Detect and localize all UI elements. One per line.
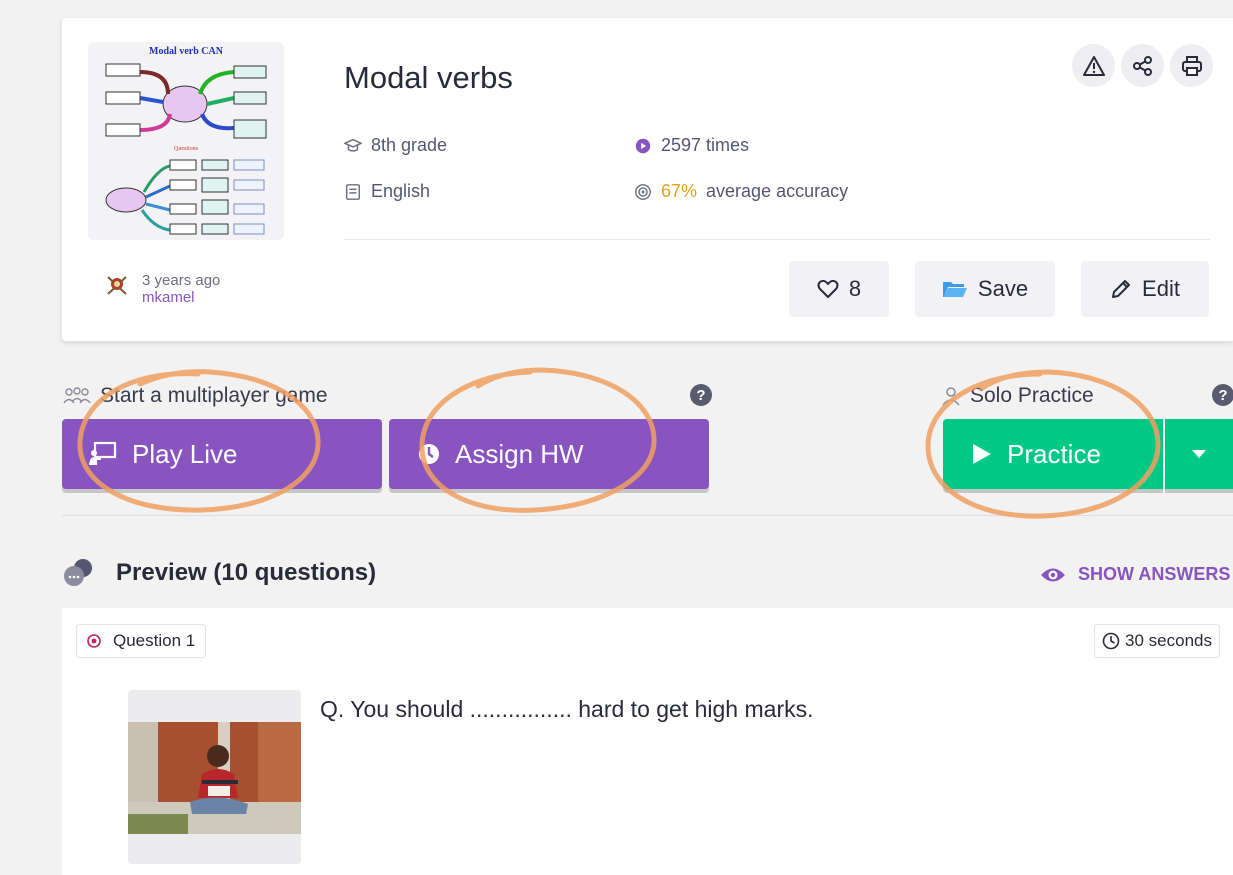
play-icon (973, 444, 991, 464)
plays-meta: 2597 times (634, 135, 749, 156)
subject-meta: English (344, 181, 430, 202)
practice-label: Practice (1007, 438, 1101, 469)
practice-options-dropdown[interactable] (1165, 419, 1233, 489)
group-icon (63, 387, 91, 404)
question-card: Question 1 30 seconds Q. You should ....… (62, 608, 1233, 875)
solo-label: Solo Practice (970, 384, 1094, 407)
plays-label: 2597 times (661, 135, 750, 155)
question-text: Q. You should ................ hard to g… (320, 696, 814, 722)
svg-text:Questions: Questions (174, 146, 199, 152)
assign-hw-label: Assign HW (455, 438, 584, 469)
print-button[interactable] (1170, 44, 1213, 87)
question-image[interactable] (128, 690, 301, 864)
multiplayer-help-icon[interactable]: ? (690, 384, 712, 406)
accuracy-label: average accuracy (706, 181, 849, 201)
thumbnail-title: Modal verb CAN (149, 46, 223, 57)
clock-icon (419, 444, 439, 464)
preview-header: Preview (10 questions) (62, 558, 376, 588)
like-button[interactable]: 8 (789, 261, 889, 317)
multiplayer-heading: Start a multiplayer game (62, 384, 328, 408)
report-button[interactable] (1072, 44, 1115, 87)
accuracy-value: 67% (661, 181, 698, 201)
section-separator (62, 515, 1233, 516)
chat-bubbles-icon (64, 559, 92, 586)
author-name-link[interactable]: mkamel (142, 289, 220, 306)
heart-icon (817, 279, 839, 298)
print-icon (1181, 55, 1202, 76)
quiz-top-actions (1072, 44, 1213, 87)
assign-hw-button[interactable]: Assign HW (389, 419, 709, 489)
present-screen-icon (89, 441, 117, 465)
preview-title: Preview (10 questions) (116, 559, 377, 586)
question-number: Question 1 (113, 631, 196, 650)
subject-label: English (371, 181, 431, 201)
play-live-label: Play Live (132, 438, 238, 469)
student-reading-photo (128, 722, 301, 834)
user-icon (942, 387, 960, 406)
avatar[interactable] (104, 272, 130, 302)
author-age: 3 years ago (142, 272, 221, 289)
solo-heading: Solo Practice (940, 384, 1094, 408)
question-time: 30 seconds (1125, 631, 1212, 650)
play-circle-icon (635, 138, 651, 153)
question-number-badge: Question 1 (76, 624, 207, 658)
multiplayer-label: Start a multiplayer game (100, 384, 328, 407)
card-divider (344, 239, 1210, 240)
like-count: 8 (848, 276, 862, 301)
quiz-title: Modal verbs (344, 60, 513, 95)
radio-target-icon (87, 634, 101, 648)
book-icon (345, 183, 361, 200)
graduation-cap-icon (344, 138, 362, 152)
quiz-info-card: Modal verb CAN Questions Modal verbs 8th… (62, 18, 1233, 341)
quiz-thumbnail: Modal verb CAN Questions (88, 42, 284, 240)
accuracy-meta: 67% average accuracy (634, 181, 848, 202)
practice-button[interactable]: Practice (943, 419, 1163, 489)
save-button[interactable]: Save (915, 261, 1055, 317)
edit-button[interactable]: Edit (1081, 261, 1209, 317)
grade-meta: 8th grade (344, 135, 447, 156)
share-icon (1132, 55, 1152, 76)
quiz-actions: 8 Save Edit (789, 261, 1209, 317)
report-icon (1082, 55, 1105, 76)
grade-label: 8th grade (371, 135, 448, 155)
question-time-badge: 30 seconds (1094, 624, 1220, 658)
timer-icon (1102, 632, 1120, 650)
target-icon (635, 183, 651, 200)
solo-help-icon[interactable]: ? (1212, 384, 1233, 406)
save-label: Save (977, 276, 1029, 301)
edit-label: Edit (1142, 276, 1180, 301)
eye-icon (1041, 568, 1065, 581)
folder-icon (942, 282, 967, 297)
mind-map-image: Questions (105, 63, 267, 235)
author-info: 3 years ago mkamel (104, 272, 220, 306)
chevron-down-icon (1192, 450, 1206, 458)
pencil-icon (1112, 280, 1131, 298)
show-answers-label: SHOW ANSWERS (1078, 564, 1231, 584)
share-button[interactable] (1121, 44, 1164, 87)
show-answers-toggle[interactable]: SHOW ANSWERS (1040, 564, 1230, 585)
play-live-button[interactable]: Play Live (62, 419, 382, 489)
